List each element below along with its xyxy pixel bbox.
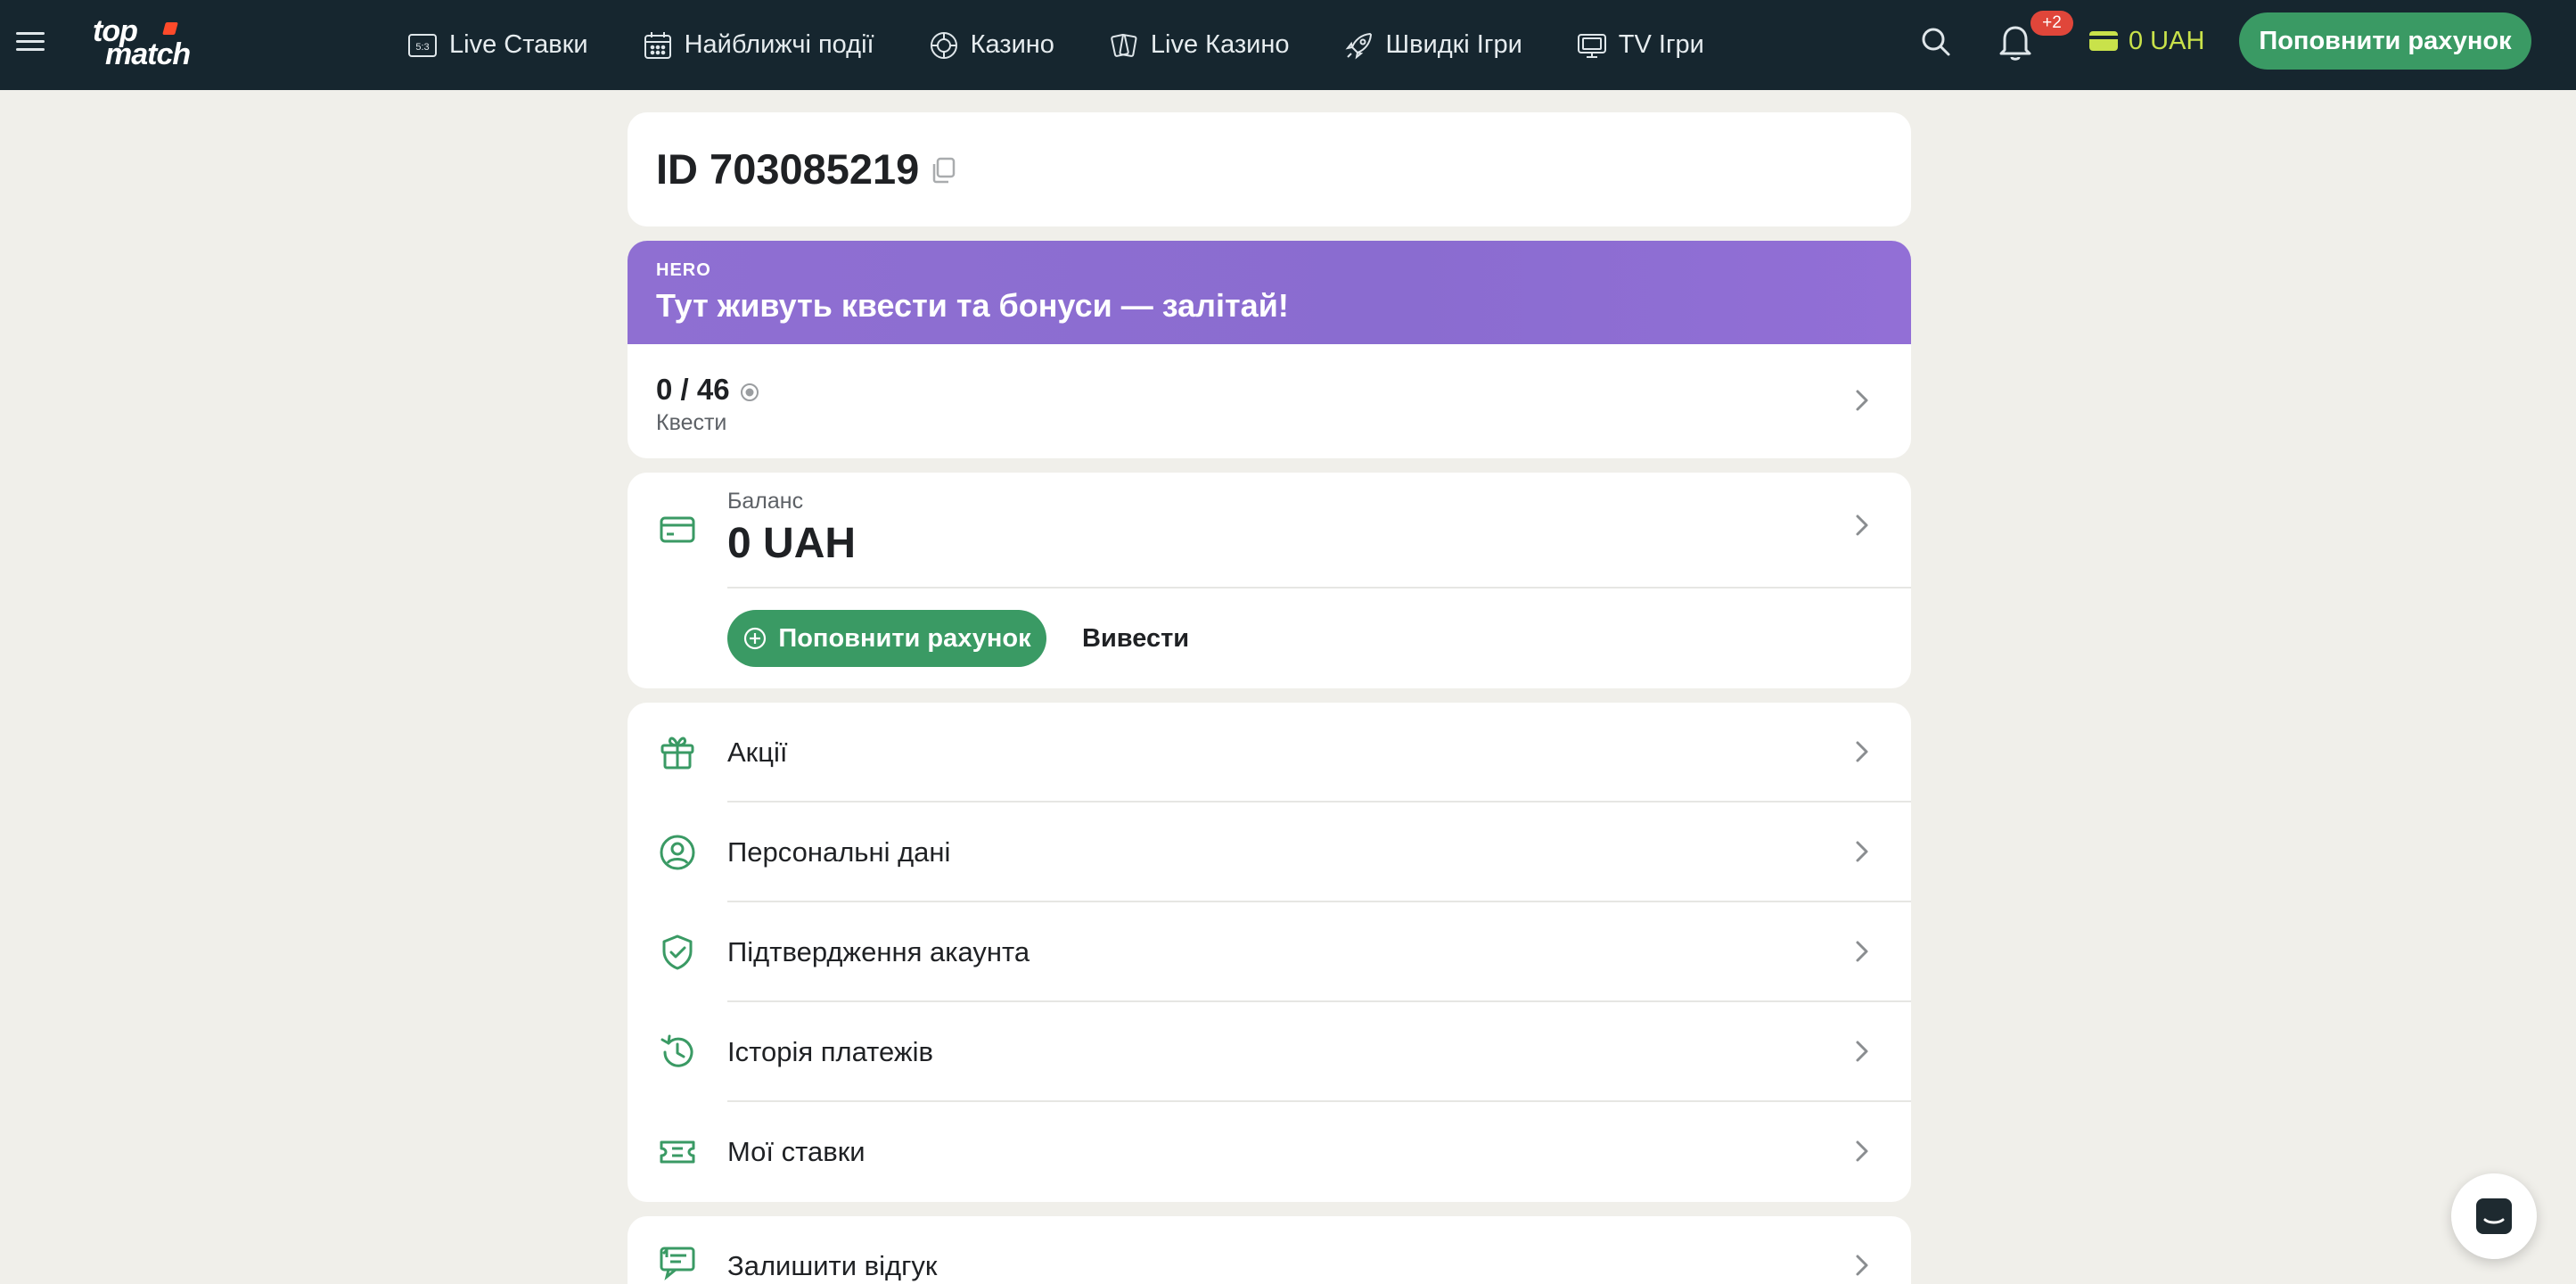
account-id: ID 703085219	[656, 145, 920, 193]
menu-item-leave-feedback[interactable]: Залишити відгук	[628, 1216, 1911, 1284]
nav-live-casino[interactable]: Live Казино	[1108, 29, 1290, 62]
quests-label: Квести	[656, 410, 727, 435]
deposit-button-label: Поповнити рахунок	[778, 623, 1031, 653]
copy-icon[interactable]	[928, 155, 958, 185]
quests-count: 0 / 46	[656, 373, 730, 406]
chevron-right-icon[interactable]	[1849, 512, 1875, 539]
deposit-button[interactable]: Поповнити рахунок	[727, 610, 1046, 667]
hero-banner[interactable]: HERO Тут живуть квести та бонуси — заліт…	[628, 241, 1911, 344]
account-menu-card: Акції Персональні дані Підтвердження ака…	[628, 703, 1911, 1202]
support-chat-button[interactable]	[2451, 1173, 2537, 1259]
chevron-right-icon	[1856, 1255, 1868, 1276]
playing-cards-icon	[1111, 33, 1137, 57]
credit-card-icon	[660, 516, 695, 543]
menu-item-label: Акції	[727, 737, 788, 768]
rocket-icon	[1345, 32, 1372, 59]
nav-fast-games[interactable]: Швидкі Ігри	[1343, 29, 1522, 62]
nav-casino[interactable]: Казино	[928, 29, 1054, 62]
balance-value: 0 UAH	[727, 520, 857, 567]
tv-icon	[1577, 33, 1606, 58]
nav-live-bets[interactable]: 5:3 Live Ставки	[406, 29, 588, 62]
top-navigation-bar: top match 5:3 Live Ставки Найближчі поді…	[0, 0, 2576, 90]
calendar-icon	[644, 31, 671, 59]
menu-item-payment-history[interactable]: Історія платежів	[628, 1002, 1911, 1102]
user-circle-icon	[660, 835, 695, 870]
header-deposit-button[interactable]: Поповнити рахунок	[2239, 12, 2531, 70]
menu-item-promotions[interactable]: Акції	[628, 703, 1911, 802]
main-nav: 5:3 Live Ставки Найближчі події Казино L…	[406, 0, 1758, 90]
nav-label: Казино	[970, 30, 1054, 59]
feedback-card: Залишити відгук	[628, 1216, 1911, 1284]
divider	[727, 587, 1911, 588]
header-balance[interactable]: 0 UAH	[2088, 25, 2204, 57]
nav-label: TV Ігри	[1618, 30, 1704, 59]
header-balance-amount: 0 UAH	[2129, 26, 2205, 55]
scoreboard-icon: 5:3	[408, 33, 437, 57]
hero-title: Тут живуть квести та бонуси — залітай!	[656, 287, 1289, 324]
hero-quests-card: HERO Тут живуть квести та бонуси — заліт…	[628, 241, 1911, 458]
menu-item-label: Мої ставки	[727, 1136, 866, 1167]
chevron-right-icon	[1856, 841, 1868, 862]
menu-item-label: Персональні дані	[727, 836, 951, 868]
nav-upcoming-events[interactable]: Найближчі події	[642, 29, 874, 62]
menu-item-account-verification[interactable]: Підтвердження акаунта	[628, 902, 1911, 1002]
balance-label: Баланс	[727, 489, 804, 514]
chevron-right-icon	[1856, 741, 1868, 762]
logo-mark	[162, 22, 178, 35]
menu-item-label: Історія платежів	[727, 1036, 934, 1067]
nav-label: Швидкі Ігри	[1385, 30, 1522, 59]
withdraw-button[interactable]: Вивести	[1082, 610, 1189, 667]
search-icon[interactable]	[1918, 24, 1954, 60]
balance-card: Баланс 0 UAH Поповнити рахунок Вивести	[628, 473, 1911, 688]
account-id-card: ID 703085219	[628, 112, 1911, 226]
logo-text-match: match	[105, 37, 191, 71]
hamburger-menu-icon[interactable]	[16, 27, 45, 55]
feedback-icon	[660, 1247, 695, 1280]
plus-circle-icon	[744, 627, 767, 650]
casino-chip-icon	[930, 31, 957, 59]
ticket-icon	[660, 1140, 695, 1164]
chevron-right-icon	[1856, 1041, 1868, 1062]
nav-label: Найближчі події	[684, 30, 874, 59]
nav-tv-games[interactable]: TV Ігри	[1576, 29, 1704, 62]
quests-row[interactable]: 0 / 46 Квести	[628, 344, 1911, 458]
chevron-right-icon	[1856, 1140, 1868, 1162]
menu-item-my-bets[interactable]: Мої ставки	[628, 1102, 1911, 1202]
chevron-right-icon	[1856, 390, 1868, 411]
notifications-bell-icon[interactable]	[1997, 21, 2034, 62]
menu-item-label: Залишити відгук	[727, 1250, 938, 1281]
svg-text:5:3: 5:3	[415, 42, 429, 53]
shield-check-icon	[662, 934, 693, 970]
nav-label: Live Казино	[1150, 30, 1290, 59]
chevron-right-icon	[1856, 941, 1868, 962]
wallet-icon	[2089, 31, 2118, 51]
target-icon	[741, 383, 759, 401]
chat-icon	[2476, 1198, 2512, 1234]
notifications-badge: +2	[2030, 11, 2073, 36]
nav-label: Live Ставки	[449, 30, 588, 59]
topmatch-logo[interactable]: top match	[93, 14, 226, 70]
gift-icon	[660, 737, 694, 770]
menu-item-personal-data[interactable]: Персональні дані	[628, 802, 1911, 902]
hero-label: HERO	[656, 260, 711, 280]
history-icon	[660, 1034, 693, 1067]
menu-item-label: Підтвердження акаунта	[727, 936, 1030, 967]
